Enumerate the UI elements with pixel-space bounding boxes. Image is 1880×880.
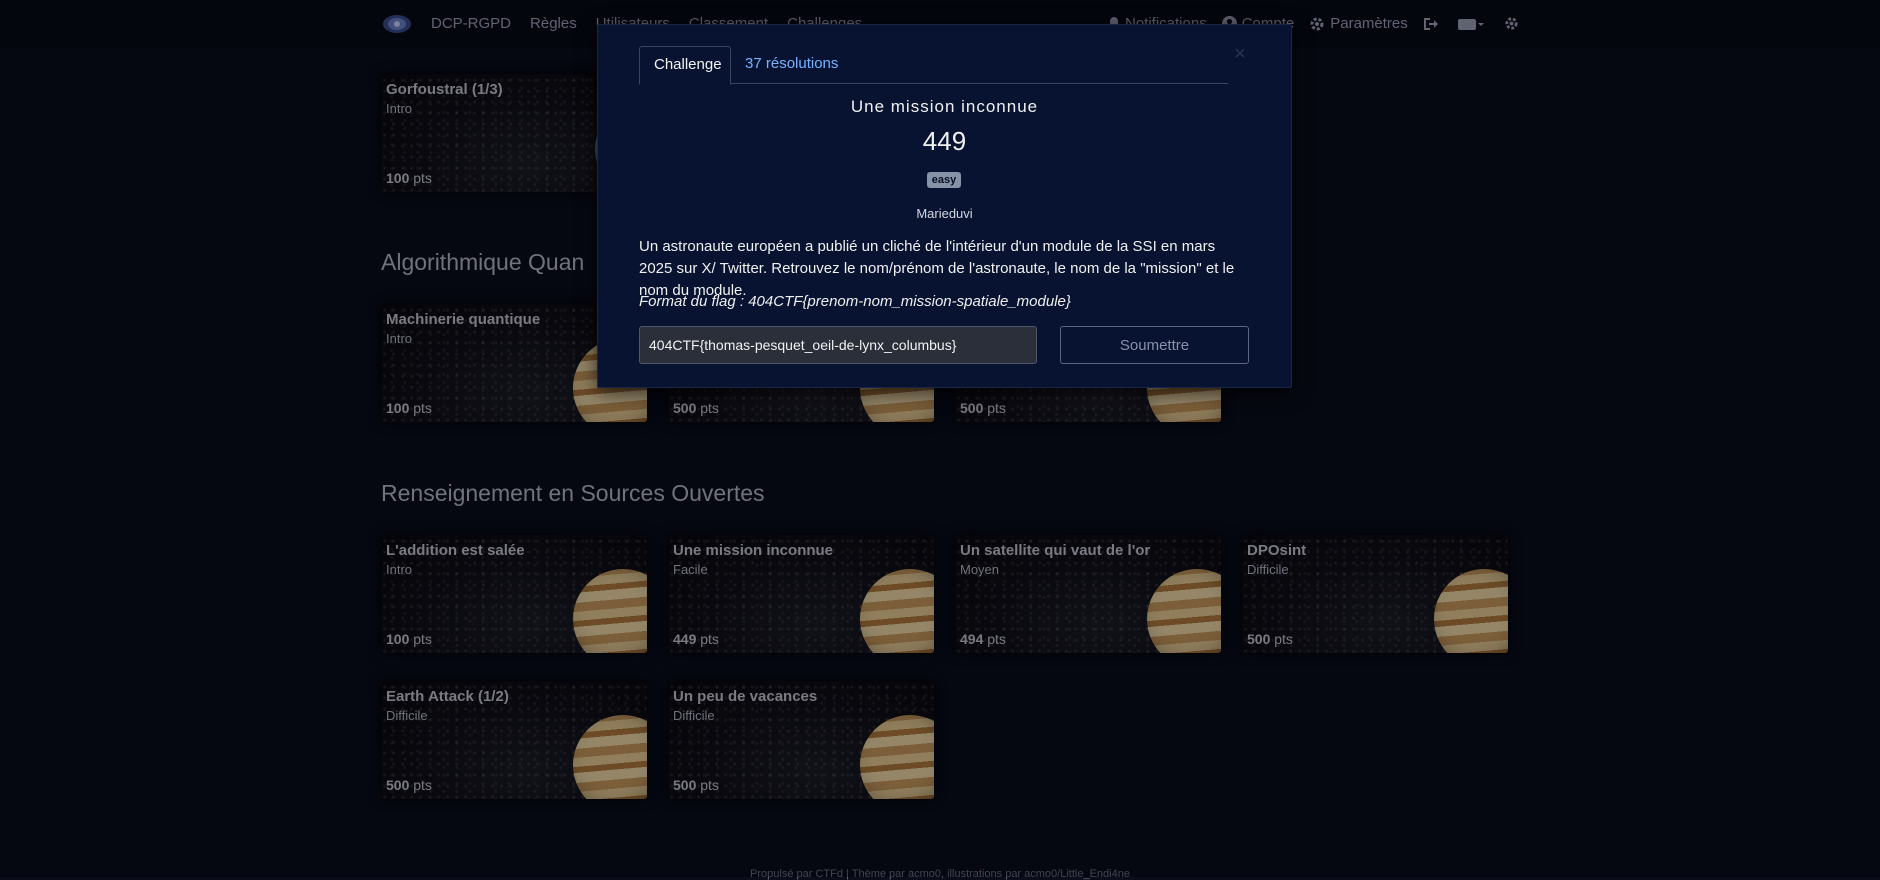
submit-button[interactable]: Soumettre	[1060, 326, 1249, 364]
tab-solves[interactable]: 37 résolutions	[731, 46, 852, 83]
tab-challenge[interactable]: Challenge	[639, 46, 731, 85]
difficulty-badge: easy	[927, 172, 961, 188]
close-icon[interactable]: ×	[1231, 44, 1249, 64]
flag-input[interactable]	[639, 326, 1037, 364]
challenge-name: Une mission inconnue	[850, 97, 1039, 116]
flag-format: Format du flag : 404CTF{prenom-nom_missi…	[639, 293, 1071, 310]
challenge-author: Marieduvi	[916, 206, 973, 221]
modal-tabs: Challenge 37 résolutions	[639, 46, 1228, 85]
challenge-value: 449	[922, 126, 967, 156]
challenge-modal: × Challenge 37 résolutions Une mission i…	[597, 24, 1292, 388]
